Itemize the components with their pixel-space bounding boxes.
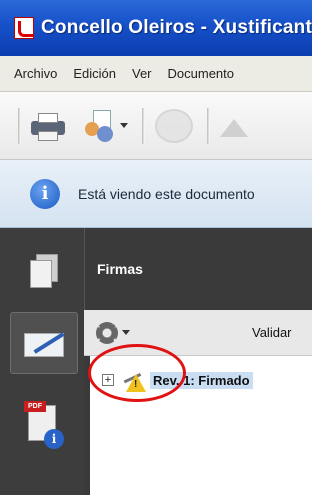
acrobat-app-icon — [14, 17, 34, 39]
signatures-panel: Firmas Validar + ! Rev. 1: Firmado — [84, 228, 312, 495]
info-badge: i — [44, 429, 64, 449]
validate-all-button[interactable]: Validar — [252, 325, 292, 340]
expand-icon[interactable]: + — [102, 374, 114, 386]
comment-icon — [155, 108, 193, 143]
nav-security-button[interactable]: PDF i — [10, 394, 78, 456]
title-bar: Concello Oleiros - Xustificante — [0, 0, 312, 56]
print-button[interactable] — [31, 111, 65, 141]
chevron-down-icon[interactable] — [122, 330, 130, 335]
comment-button[interactable] — [155, 108, 193, 143]
toolbar-separator — [142, 107, 145, 144]
panel-header: Firmas — [84, 228, 312, 310]
printer-icon — [31, 111, 65, 141]
signature-label[interactable]: Rev. 1: Firmado — [150, 371, 253, 389]
message-text: Está viendo este documento — [78, 185, 255, 202]
panel-title: Firmas — [97, 261, 143, 277]
previous-page-button[interactable] — [220, 115, 248, 137]
panel-toolbar: Validar — [84, 310, 312, 356]
up-arrow-icon — [220, 118, 248, 137]
signature-warning-icon: ! — [120, 366, 146, 392]
document-message-bar: i Está viendo este documento — [0, 160, 312, 228]
chevron-down-icon[interactable] — [120, 123, 128, 128]
share-button[interactable] — [83, 109, 128, 142]
menu-edicion[interactable]: Edición — [73, 66, 116, 81]
gear-icon[interactable] — [96, 321, 118, 344]
pages-icon — [30, 254, 58, 288]
signature-item[interactable]: + ! Rev. 1: Firmado — [102, 366, 253, 392]
menu-documento[interactable]: Documento — [168, 66, 234, 81]
menu-ver[interactable]: Ver — [132, 66, 152, 81]
signatures-icon — [24, 327, 65, 359]
toolbar-separator — [207, 107, 210, 144]
main-toolbar — [0, 92, 312, 160]
window-title: Concello Oleiros - Xustificante — [41, 17, 312, 38]
toolbar-separator — [18, 107, 21, 144]
menu-archivo[interactable]: Archivo — [14, 66, 57, 81]
share-icon — [83, 109, 117, 142]
signature-list: + ! Rev. 1: Firmado — [84, 356, 312, 495]
nav-signatures-button[interactable] — [10, 312, 78, 374]
security-icon: PDF i — [24, 401, 64, 449]
pdf-badge: PDF — [24, 401, 46, 412]
menu-bar: Archivo Edición Ver Documento — [0, 56, 312, 92]
info-icon: i — [30, 178, 60, 209]
navigation-pane: PDF i — [0, 228, 84, 495]
nav-pages-button[interactable] — [10, 240, 78, 302]
